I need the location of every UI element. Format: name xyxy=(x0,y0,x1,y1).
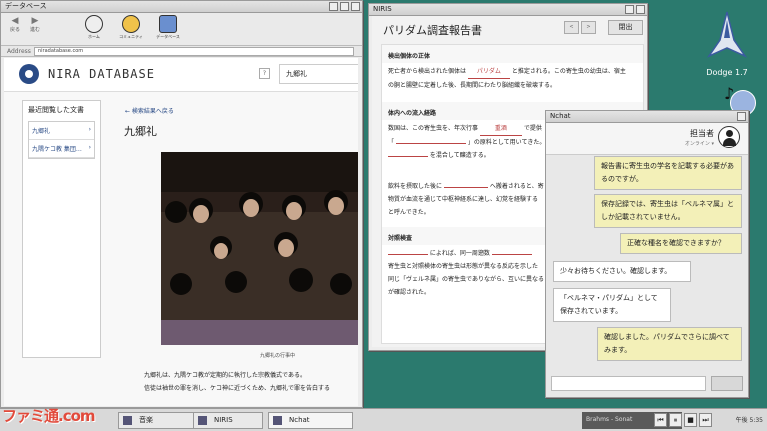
answer-blank[interactable] xyxy=(388,156,428,157)
answer-blank[interactable] xyxy=(395,143,466,144)
desktop-icon-dodge[interactable]: Dodge 1.7 xyxy=(696,10,758,77)
taskbar: 音楽 NIRIS Nchat Brahms - Sonat ⏮ ⏸ ■ ⏭ 午後… xyxy=(0,408,767,431)
back-button[interactable]: ◀ 戻る xyxy=(5,16,25,33)
music-icon xyxy=(123,416,132,425)
message-bubble: 報告書に寄生虫の学名を記載する必要があるのですが。 xyxy=(594,156,742,190)
site-header: NIRA DATABASE ? 九郷礼 xyxy=(4,58,358,92)
recent-item[interactable]: 九郷礼 › xyxy=(29,122,94,140)
arrow-right-icon: ▶ xyxy=(31,16,39,26)
minimize-icon[interactable] xyxy=(329,2,338,11)
web-page: NIRA DATABASE ? 九郷礼 最近閲覧した文書 九郷礼 › 九隅ケコ教 … xyxy=(4,58,358,406)
window-title: NIRIS xyxy=(373,5,392,13)
recent-heading: 最近閲覧した文書 xyxy=(28,106,84,114)
article-body: 九郷礼は、九隅ケコ教が定期的に執行した宗教儀式である。 信徒は袖世の罪を消し、ケ… xyxy=(144,369,358,395)
address-bar: Address niradatabase.com xyxy=(1,46,362,57)
avatar-icon xyxy=(718,126,740,148)
database-window: データベース ◀ 戻る ▶ 進む ホーム コミュニティ データベース Address… xyxy=(0,0,363,408)
exit-button[interactable]: 閉出 xyxy=(608,20,643,35)
recent-item[interactable]: 九隅ケコ教 集団… › xyxy=(29,140,94,158)
message-bubble: 保存記録では、寄生虫は「ベルネマ属」としか記載されていません。 xyxy=(594,194,742,228)
recent-documents-panel: 最近閲覧した文書 九郷礼 › 九隅ケコ教 集団… › xyxy=(22,100,101,358)
answer-blank[interactable] xyxy=(491,254,532,255)
music-desktop-icon[interactable]: ♪ xyxy=(724,84,764,116)
article-line: 九郷礼は、九隅ケコ教が定期的に執行した宗教儀式である。 xyxy=(144,372,306,379)
pause-icon[interactable]: ⏸ xyxy=(669,413,682,427)
prev-page-button[interactable]: < xyxy=(564,21,579,34)
back-to-results-link[interactable]: ← 検索結果へ戻る xyxy=(125,106,174,115)
window-title: Nchat xyxy=(550,112,571,120)
maximize-icon[interactable] xyxy=(340,2,349,11)
watermark-logo: ファミ通.com xyxy=(2,407,96,425)
address-input[interactable]: niradatabase.com xyxy=(34,47,354,56)
message-bubble: 「ベルネマ・パリダム」として保存されています。 xyxy=(553,288,671,322)
next-icon[interactable]: ⏭ xyxy=(699,413,712,427)
emblem-icon xyxy=(85,15,103,33)
photo-caption: 九郷礼の行事中 xyxy=(260,353,296,359)
nira-logo-icon xyxy=(19,64,39,84)
chat-header: 担当者 オンライン ▾ xyxy=(546,123,748,155)
clock: 午後 5:35 xyxy=(735,417,763,424)
message-bubble: 確認しました。パリダムでさらに調べてみます。 xyxy=(597,327,742,361)
answer-blank[interactable]: 重酒 xyxy=(479,122,522,136)
task-music[interactable]: 音楽 xyxy=(118,412,200,429)
database-icon xyxy=(159,15,177,33)
database-titlebar[interactable]: データベース xyxy=(1,1,362,13)
chat-titlebar[interactable]: Nchat xyxy=(546,111,748,123)
task-niris[interactable]: NIRIS xyxy=(193,412,263,429)
task-nchat[interactable]: Nchat xyxy=(268,412,353,429)
answer-blank[interactable] xyxy=(443,187,488,188)
article-title: 九郷礼 xyxy=(124,125,157,138)
article-photo xyxy=(161,152,358,345)
niris-icon xyxy=(198,416,207,425)
answer-blank[interactable]: パリダム xyxy=(467,65,510,79)
chat-input[interactable] xyxy=(551,376,706,391)
spaceship-icon xyxy=(706,11,748,58)
desktop-icon-label: Dodge 1.7 xyxy=(706,68,748,77)
message-bubble: 少々お待ちください。確認します。 xyxy=(553,261,691,282)
report-heading: パリダム調査報告書 xyxy=(383,24,482,37)
address-label: Address xyxy=(7,48,31,55)
article-line: 信徒は袖世の罪を消し、ケコ神に近づくため、九郷礼で罪を告白する xyxy=(144,385,331,392)
chat-window: Nchat 担当者 オンライン ▾ 報告書に寄生虫の学名を記載する必要があるので… xyxy=(545,110,749,398)
answer-blank[interactable] xyxy=(388,254,428,255)
prev-icon[interactable]: ⏮ xyxy=(654,413,667,427)
close-icon[interactable] xyxy=(636,5,645,14)
home-button[interactable]: ホーム xyxy=(77,15,111,40)
arrow-left-icon: ◀ xyxy=(11,16,19,26)
recent-list: 九郷礼 › 九隅ケコ教 集団… › xyxy=(28,121,95,159)
database-button[interactable]: データベース xyxy=(151,15,185,40)
message-bubble: 正確な種名を確認できますか？ xyxy=(620,233,742,254)
contact-name: 担当者 xyxy=(690,129,714,138)
community-icon xyxy=(122,15,140,33)
send-button[interactable] xyxy=(711,376,743,391)
browser-toolbar: ◀ 戻る ▶ 進む ホーム コミュニティ データベース xyxy=(1,13,362,46)
close-icon[interactable] xyxy=(351,2,360,11)
window-title: データベース xyxy=(5,2,47,10)
stop-icon[interactable]: ■ xyxy=(684,413,697,427)
chevron-right-icon: › xyxy=(88,126,91,133)
close-icon[interactable] xyxy=(737,112,746,121)
next-page-button[interactable]: > xyxy=(581,21,596,34)
forward-button[interactable]: ▶ 進む xyxy=(25,16,45,33)
report-titlebar[interactable]: NIRIS xyxy=(369,4,647,16)
section-text: 死亡者から検出された個体は パリダム と推定される。この寄生虫の幼虫は、宿主 の… xyxy=(382,63,643,94)
site-name: NIRA DATABASE xyxy=(48,67,155,81)
now-playing: Brahms - Sonat xyxy=(582,412,682,429)
section-heading: 検出個体の正体 xyxy=(382,45,643,63)
community-button[interactable]: コミュニティ xyxy=(114,15,148,40)
minimize-icon[interactable] xyxy=(625,5,634,14)
search-input[interactable]: 九郷礼 xyxy=(279,64,358,84)
help-button[interactable]: ? xyxy=(259,68,270,79)
chat-icon xyxy=(273,416,282,425)
chevron-right-icon: › xyxy=(88,144,91,151)
contact-status[interactable]: オンライン ▾ xyxy=(685,140,714,147)
